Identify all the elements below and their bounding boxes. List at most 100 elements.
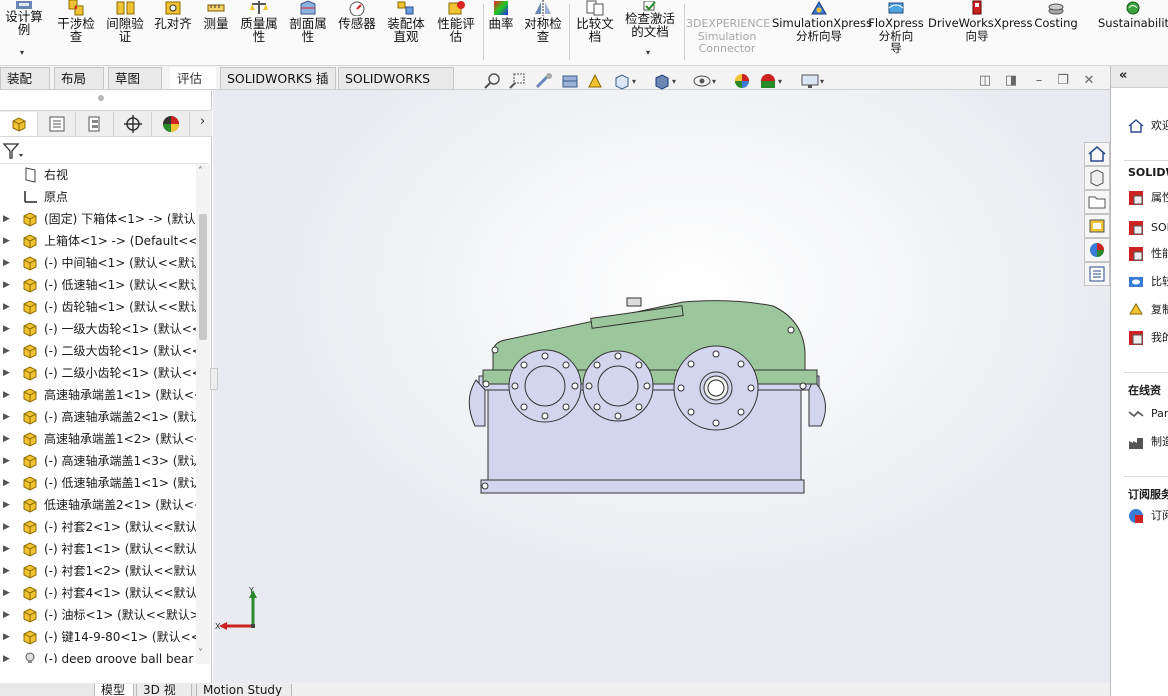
tree-item[interactable]: ▶ 高速轴承端盖1<1> (默认<<: [0, 384, 196, 406]
simulationxpress-button[interactable]: SimulationXpress 分析向导: [772, 0, 872, 64]
tab-assembly[interactable]: 装配体: [0, 67, 50, 107]
task-pane-item[interactable]: 制造: [1124, 432, 1168, 452]
expand-arrow-icon[interactable]: ▶: [3, 296, 10, 318]
expand-arrow-icon[interactable]: ▶: [3, 318, 10, 340]
expand-arrow-icon[interactable]: ▶: [3, 648, 10, 663]
tree-item[interactable]: ▶ (-) 二级大齿轮<1> (默认<<: [0, 340, 196, 362]
panel-collapse-handle[interactable]: [210, 368, 218, 390]
driveworksxpress-button[interactable]: DriveWorksXpress 向导: [928, 0, 1032, 64]
view-orientation-icon[interactable]: [612, 72, 632, 90]
tab-featuremanager[interactable]: [0, 112, 38, 136]
tab-displaymanager[interactable]: [152, 112, 190, 136]
tree-item[interactable]: ▶ (-) 高速轴承端盖1<3> (默认: [0, 450, 196, 472]
tab-propertymanager[interactable]: [38, 112, 76, 136]
expand-arrow-icon[interactable]: ▶: [3, 626, 10, 648]
expand-arrow-icon[interactable]: ▶: [3, 538, 10, 560]
expand-arrow-icon[interactable]: ▶: [3, 428, 10, 450]
chevron-right-icon[interactable]: ›: [200, 114, 205, 129]
tree-item[interactable]: ▶ (-) 衬套4<1> (默认<<默认:: [0, 582, 196, 604]
tab-model[interactable]: 模型: [94, 684, 134, 696]
graphics-area[interactable]: Y X: [213, 90, 1110, 683]
chevron-down-icon[interactable]: ▾: [778, 77, 782, 86]
tree-item[interactable]: ▶ (-) 低速轴<1> (默认<<默认: [0, 274, 196, 296]
task-pane-custom-properties-tab[interactable]: [1084, 262, 1110, 286]
hide-show-items-icon[interactable]: [692, 72, 712, 90]
previous-window-icon[interactable]: ◫: [976, 73, 994, 88]
zoom-to-area-icon[interactable]: [508, 72, 528, 90]
tree-filter-bar[interactable]: [0, 138, 208, 164]
tree-scroll-thumb[interactable]: [199, 214, 207, 340]
task-pane-item[interactable]: Par: [1124, 404, 1168, 424]
tab-solidworks-addins[interactable]: SOLIDWORKS 插件: [220, 67, 336, 107]
expand-arrow-icon[interactable]: ▶: [3, 230, 10, 252]
expand-arrow-icon[interactable]: ▶: [3, 472, 10, 494]
tree-item[interactable]: ▶ (-) 键14-9-80<1> (默认<<: [0, 626, 196, 648]
filter-icon[interactable]: [2, 142, 24, 162]
task-pane-view-palette-tab[interactable]: [1084, 214, 1110, 238]
tree-item[interactable]: 原点: [0, 186, 196, 208]
expand-arrow-icon[interactable]: ▶: [3, 604, 10, 626]
tree-item[interactable]: ▶ (固定) 下箱体<1> -> (默认<: [0, 208, 196, 230]
expand-arrow-icon[interactable]: ▶: [3, 450, 10, 472]
costing-button[interactable]: Costing: [1032, 0, 1080, 64]
chevron-down-icon[interactable]: ▾: [672, 77, 676, 86]
tree-item[interactable]: ▶ 上箱体<1> -> (Default<<D: [0, 230, 196, 252]
task-pane-item[interactable]: 我的: [1124, 328, 1168, 348]
hole-alignment-button[interactable]: 孔对齐: [150, 0, 196, 64]
collapse-icon[interactable]: «: [1119, 68, 1127, 83]
tree-item[interactable]: ▶ (-) 一级大齿轮<1> (默认<<: [0, 318, 196, 340]
check-active-document-button[interactable]: 检查激活 的文档 ▾: [620, 0, 680, 64]
gearbox-model[interactable]: [213, 90, 1110, 683]
assembly-visualization-button[interactable]: 装配体 直观: [382, 0, 430, 64]
expand-arrow-icon[interactable]: ▶: [3, 582, 10, 604]
scroll-down-icon[interactable]: ˅: [198, 648, 203, 659]
expand-arrow-icon[interactable]: ▶: [3, 384, 10, 406]
task-pane-home-tab[interactable]: [1084, 142, 1110, 166]
next-window-icon[interactable]: ◨: [1002, 73, 1020, 88]
chevron-down-icon[interactable]: ▾: [632, 77, 636, 86]
previous-view-icon[interactable]: [534, 72, 554, 90]
zoom-to-fit-icon[interactable]: [483, 72, 503, 90]
tree-item[interactable]: ▶ (-) 高速轴承端盖2<1> (默认: [0, 406, 196, 428]
expand-arrow-icon[interactable]: ▶: [3, 340, 10, 362]
performance-evaluation-button[interactable]: 性能评 估: [432, 0, 480, 64]
task-pane-item[interactable]: 比较: [1124, 272, 1168, 292]
expand-arrow-icon[interactable]: ▶: [3, 274, 10, 296]
tab-layout[interactable]: 布局: [54, 67, 104, 89]
expand-arrow-icon[interactable]: ▶: [3, 406, 10, 428]
expand-arrow-icon[interactable]: ▶: [3, 252, 10, 274]
sensor-button[interactable]: 传感器: [334, 0, 380, 64]
tree-item[interactable]: ▶ 低速轴承端盖2<1> (默认<<: [0, 494, 196, 516]
expand-arrow-icon[interactable]: ▶: [3, 362, 10, 384]
task-pane-item[interactable]: 性能: [1124, 244, 1168, 264]
view-settings-icon[interactable]: [800, 72, 820, 90]
task-pane-item[interactable]: 订阅: [1124, 506, 1168, 526]
close-icon[interactable]: ✕: [1080, 73, 1098, 88]
tree-item[interactable]: ▶ (-) 齿轮轴<1> (默认<<默认: [0, 296, 196, 318]
tab-dimxpertmanager[interactable]: [114, 112, 152, 136]
design-study-button[interactable]: 设计算 例 ▾: [2, 0, 46, 64]
expand-arrow-icon[interactable]: ▶: [3, 208, 10, 230]
tab-motion-study[interactable]: Motion Study 1: [196, 684, 292, 696]
edit-appearance-icon[interactable]: [732, 72, 752, 90]
tree-item[interactable]: ▶ (-) 二级小齿轮<1> (默认<<: [0, 362, 196, 384]
tree-item[interactable]: ▶ (-) 衬套1<1> (默认<<默认:: [0, 538, 196, 560]
measure-button[interactable]: 测量: [198, 0, 234, 64]
tree-item[interactable]: ▶ (-) 油标<1> (默认<<默认>_: [0, 604, 196, 626]
minimize-icon[interactable]: –: [1030, 73, 1048, 88]
mass-properties-button[interactable]: 质量属 性: [236, 0, 282, 64]
section-view-icon[interactable]: [560, 72, 580, 90]
floxpress-button[interactable]: FloXpress 分析向 导: [868, 0, 924, 64]
tab-solidworks-mbd[interactable]: SOLIDWORKS MBD: [338, 67, 454, 107]
tab-configurationmanager[interactable]: [76, 112, 114, 136]
task-pane-item[interactable]: SOL: [1124, 218, 1168, 238]
apply-scene-icon[interactable]: [758, 72, 778, 90]
restore-icon[interactable]: ❐: [1054, 73, 1072, 88]
dynamic-annotation-icon[interactable]: [586, 72, 606, 90]
interference-detection-button[interactable]: 干涉检 查: [52, 0, 100, 64]
clearance-verification-button[interactable]: 间隙验 证: [101, 0, 149, 64]
compare-documents-button[interactable]: 比较文 档: [572, 0, 618, 64]
chevron-down-icon[interactable]: ▾: [712, 77, 716, 86]
expand-arrow-icon[interactable]: ▶: [3, 560, 10, 582]
tree-item[interactable]: ▶ (-) 低速轴承端盖1<1> (默认: [0, 472, 196, 494]
